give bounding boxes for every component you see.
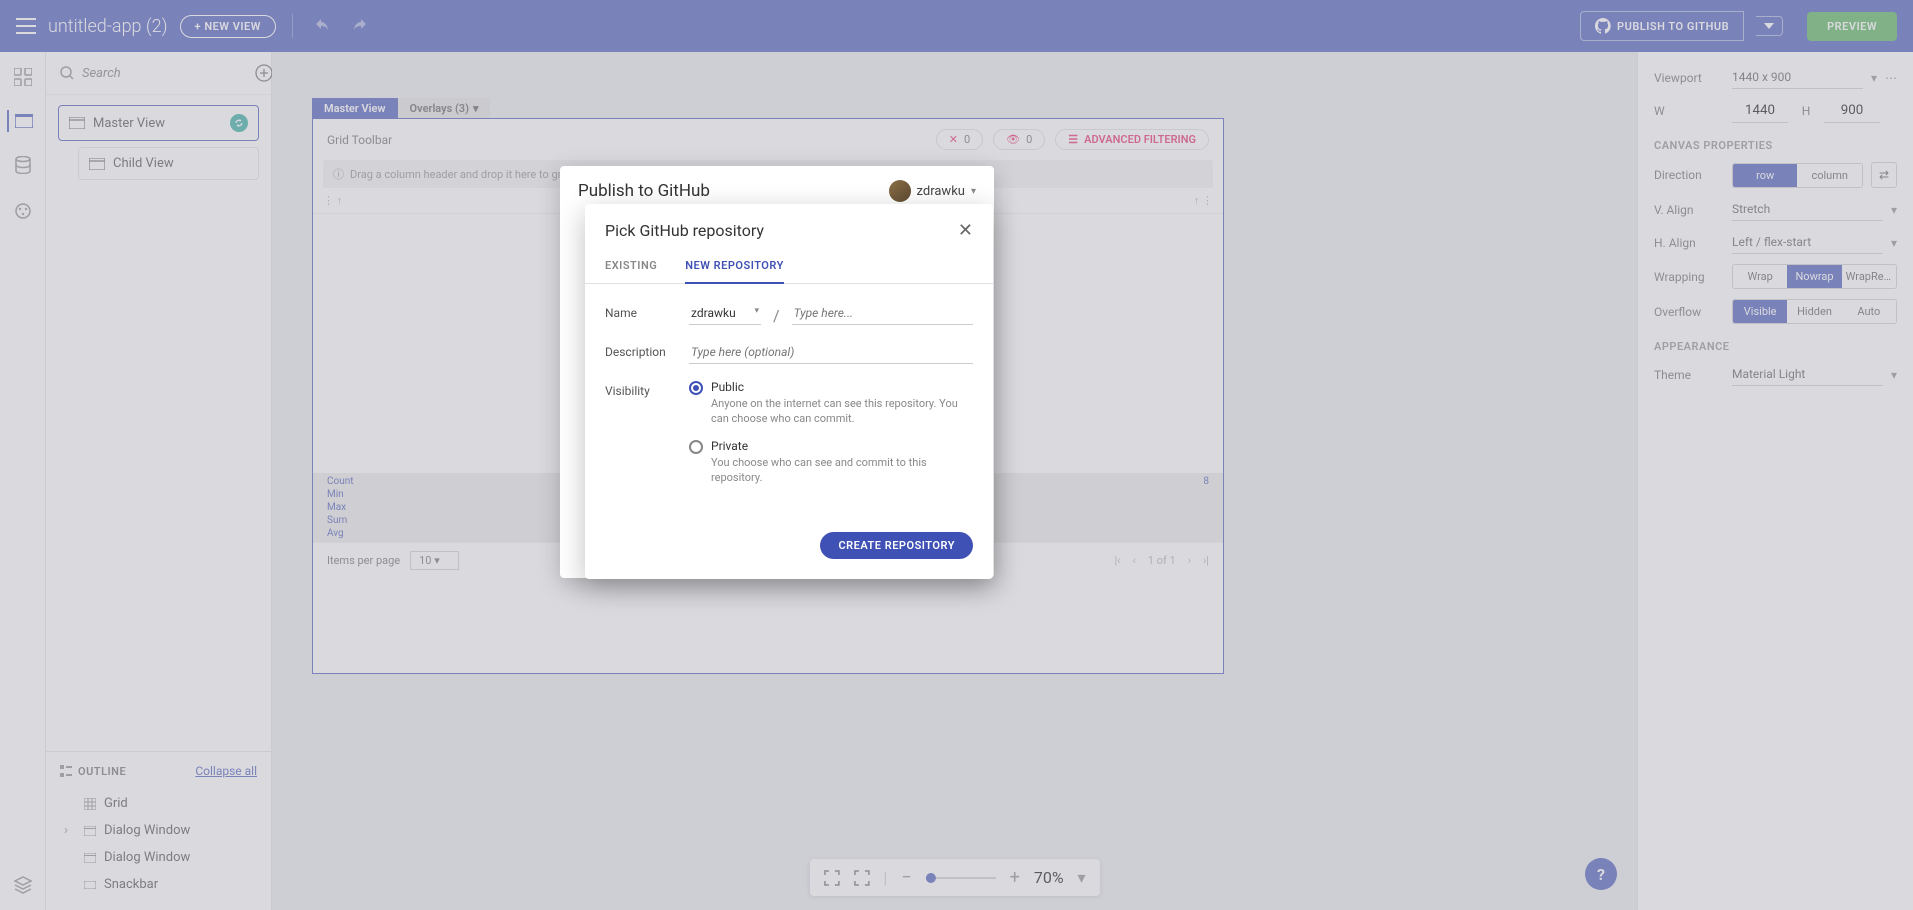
radio-icon	[689, 440, 703, 454]
repo-tabs: EXISTING NEW REPOSITORY	[585, 249, 993, 284]
slash: /	[773, 302, 780, 325]
name-label: Name	[605, 302, 677, 320]
pick-repository-modal: Pick GitHub repository ✕ EXISTING NEW RE…	[585, 204, 993, 579]
visibility-private[interactable]: Private You choose who can see and commi…	[689, 439, 973, 486]
visibility-label: Visibility	[605, 380, 677, 398]
repo-name-input[interactable]	[792, 302, 973, 325]
public-label: Public	[711, 380, 973, 394]
private-description: You choose who can see and commit to thi…	[711, 455, 973, 486]
chevron-down-icon: ▾	[971, 186, 976, 197]
tab-new-repository[interactable]: NEW REPOSITORY	[685, 249, 784, 284]
public-description: Anyone on the internet can see this repo…	[711, 396, 973, 427]
description-label: Description	[605, 341, 677, 359]
owner-select[interactable]: zdrawku	[689, 302, 761, 325]
radio-icon	[689, 381, 703, 395]
close-icon[interactable]: ✕	[958, 220, 973, 241]
user-name: zdrawku	[917, 184, 965, 199]
avatar	[889, 180, 911, 202]
user-chip[interactable]: zdrawku ▾	[889, 180, 976, 202]
repo-description-input[interactable]	[689, 341, 973, 364]
visibility-public[interactable]: Public Anyone on the internet can see th…	[689, 380, 973, 427]
modal-title: Publish to GitHub	[578, 181, 710, 201]
private-label: Private	[711, 439, 973, 453]
tab-existing[interactable]: EXISTING	[605, 249, 657, 283]
create-repository-button[interactable]: CREATE REPOSITORY	[820, 532, 973, 559]
inner-modal-title: Pick GitHub repository	[605, 221, 764, 240]
